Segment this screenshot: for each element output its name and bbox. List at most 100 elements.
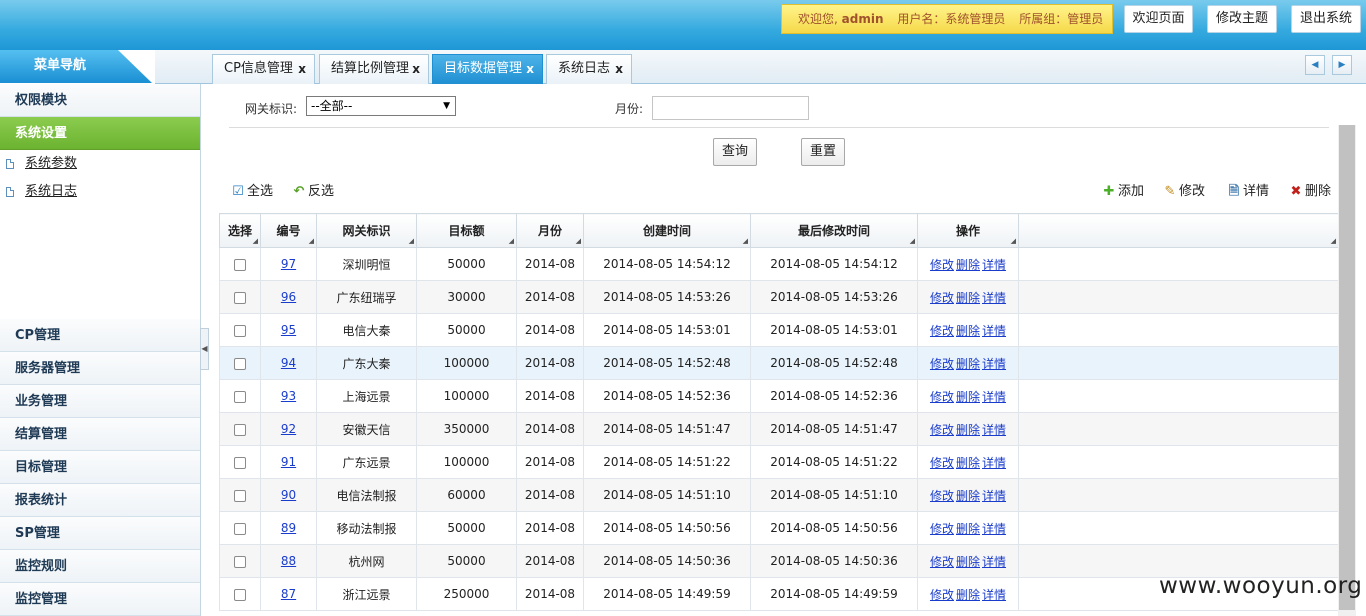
resize-icon[interactable]: ◢: [910, 237, 915, 245]
row-detail-link[interactable]: 详情: [982, 258, 1006, 272]
month-input[interactable]: [652, 96, 809, 120]
id-link[interactable]: 94: [281, 356, 296, 370]
resize-icon[interactable]: ◢: [1331, 237, 1336, 245]
resize-icon[interactable]: ◢: [743, 237, 748, 245]
sidebar-section-reports[interactable]: 报表统计: [0, 484, 200, 517]
id-link[interactable]: 95: [281, 323, 296, 337]
tab-close-icon[interactable]: x: [526, 55, 534, 83]
row-delete-link[interactable]: 删除: [956, 324, 980, 338]
row-delete-link[interactable]: 删除: [956, 423, 980, 437]
table-row[interactable]: 97 深圳明恒 50000 2014-08 2014-08-05 14:54:12 201…: [219, 247, 1339, 281]
row-delete-link[interactable]: 删除: [956, 522, 980, 536]
col-header-select[interactable]: 选择 ◢: [219, 213, 261, 248]
tab-system-log[interactable]: 系统日志 x: [546, 54, 632, 84]
sidebar-item-system-log[interactable]: 系统日志: [0, 178, 200, 206]
sidebar-section-cp[interactable]: CP管理: [0, 319, 200, 352]
table-row[interactable]: 89 移动法制报 50000 2014-08 2014-08-05 14:50:56 20…: [219, 511, 1339, 545]
row-edit-link[interactable]: 修改: [930, 588, 954, 602]
sidebar-section-monitor-mgmt[interactable]: 监控管理: [0, 583, 200, 616]
row-checkbox[interactable]: [234, 390, 246, 403]
sidebar-section-system-settings[interactable]: 系统设置: [0, 117, 200, 150]
row-edit-link[interactable]: 修改: [930, 456, 954, 470]
table-row[interactable]: 96 广东纽瑞孚 30000 2014-08 2014-08-05 14:53:26 20…: [219, 280, 1339, 314]
row-detail-link[interactable]: 详情: [982, 390, 1006, 404]
sidebar-section-permissions[interactable]: 权限模块: [0, 84, 200, 117]
row-delete-link[interactable]: 删除: [956, 291, 980, 305]
table-row[interactable]: 90 电信法制报 60000 2014-08 2014-08-05 14:51:10 20…: [219, 478, 1339, 512]
welcome-page-button[interactable]: 欢迎页面: [1124, 5, 1193, 33]
resize-icon[interactable]: ◢: [309, 237, 314, 245]
row-detail-link[interactable]: 详情: [982, 522, 1006, 536]
table-row[interactable]: 92 安徽天信 350000 2014-08 2014-08-05 14:51:47 20…: [219, 412, 1339, 446]
col-header-created[interactable]: 创建时间 ◢: [583, 213, 751, 248]
row-delete-link[interactable]: 删除: [956, 357, 980, 371]
row-checkbox[interactable]: [234, 522, 246, 535]
vertical-scrollbar[interactable]: [1338, 125, 1356, 616]
tab-cp-info[interactable]: CP信息管理 x: [212, 54, 315, 84]
id-link[interactable]: 97: [281, 257, 296, 271]
tab-scroll-left-icon[interactable]: ◀: [1305, 55, 1325, 75]
row-detail-link[interactable]: 详情: [982, 456, 1006, 470]
query-button[interactable]: 查询: [713, 138, 757, 166]
resize-icon[interactable]: ◢: [576, 237, 581, 245]
col-header-month[interactable]: 月份 ◢: [516, 213, 584, 248]
row-delete-link[interactable]: 删除: [956, 456, 980, 470]
row-detail-link[interactable]: 详情: [982, 588, 1006, 602]
row-checkbox[interactable]: [234, 423, 246, 436]
id-link[interactable]: 90: [281, 488, 296, 502]
invert-selection-button[interactable]: ↶ 反选: [292, 183, 334, 201]
gateway-select[interactable]: --全部-- ▼: [306, 96, 456, 116]
row-detail-link[interactable]: 详情: [982, 555, 1006, 569]
row-edit-link[interactable]: 修改: [930, 522, 954, 536]
tab-scroll-right-icon[interactable]: ▶: [1332, 55, 1352, 75]
row-detail-link[interactable]: 详情: [982, 423, 1006, 437]
row-checkbox[interactable]: [234, 258, 246, 271]
table-row[interactable]: 94 广东大秦 100000 2014-08 2014-08-05 14:52:48 20…: [219, 346, 1339, 380]
row-edit-link[interactable]: 修改: [930, 357, 954, 371]
row-edit-link[interactable]: 修改: [930, 555, 954, 569]
id-link[interactable]: 93: [281, 389, 296, 403]
tab-settlement-ratio[interactable]: 结算比例管理 x: [319, 54, 429, 84]
row-checkbox[interactable]: [234, 357, 246, 370]
row-edit-link[interactable]: 修改: [930, 258, 954, 272]
row-edit-link[interactable]: 修改: [930, 390, 954, 404]
row-detail-link[interactable]: 详情: [982, 357, 1006, 371]
row-edit-link[interactable]: 修改: [930, 489, 954, 503]
sidebar-section-settlement[interactable]: 结算管理: [0, 418, 200, 451]
row-delete-link[interactable]: 删除: [956, 489, 980, 503]
reset-button[interactable]: 重置: [801, 138, 845, 166]
row-checkbox[interactable]: [234, 555, 246, 568]
row-detail-link[interactable]: 详情: [982, 324, 1006, 338]
sidebar-section-target[interactable]: 目标管理: [0, 451, 200, 484]
sidebar-collapse-icon[interactable]: ◀: [200, 328, 209, 370]
sidebar-section-monitor-rules[interactable]: 监控规则: [0, 550, 200, 583]
id-link[interactable]: 91: [281, 455, 296, 469]
id-link[interactable]: 96: [281, 290, 296, 304]
row-edit-link[interactable]: 修改: [930, 423, 954, 437]
row-checkbox[interactable]: [234, 324, 246, 337]
row-detail-link[interactable]: 详情: [982, 489, 1006, 503]
tab-close-icon[interactable]: x: [412, 55, 420, 83]
table-row[interactable]: 95 电信大秦 50000 2014-08 2014-08-05 14:53:01 201…: [219, 313, 1339, 347]
id-link[interactable]: 92: [281, 422, 296, 436]
row-detail-link[interactable]: 详情: [982, 291, 1006, 305]
sidebar-item-system-params[interactable]: 系统参数: [0, 150, 200, 178]
sidebar-section-sp[interactable]: SP管理: [0, 517, 200, 550]
row-checkbox[interactable]: [234, 291, 246, 304]
row-checkbox[interactable]: [234, 588, 246, 601]
col-header-target[interactable]: 目标额 ◢: [416, 213, 517, 248]
col-header-id[interactable]: 编号 ◢: [260, 213, 317, 248]
tab-close-icon[interactable]: x: [298, 55, 306, 83]
tab-close-icon[interactable]: x: [615, 55, 623, 83]
detail-button[interactable]: 🗎 详情: [1227, 183, 1269, 201]
tab-target-data[interactable]: 目标数据管理 x: [432, 54, 543, 84]
resize-icon[interactable]: ◢: [253, 237, 258, 245]
resize-icon[interactable]: ◢: [409, 237, 414, 245]
row-edit-link[interactable]: 修改: [930, 291, 954, 305]
id-link[interactable]: 88: [281, 554, 296, 568]
add-button[interactable]: ✚ 添加: [1102, 183, 1144, 201]
row-checkbox[interactable]: [234, 489, 246, 502]
row-checkbox[interactable]: [234, 456, 246, 469]
col-header-ops[interactable]: 操作 ◢: [917, 213, 1019, 248]
row-delete-link[interactable]: 删除: [956, 588, 980, 602]
